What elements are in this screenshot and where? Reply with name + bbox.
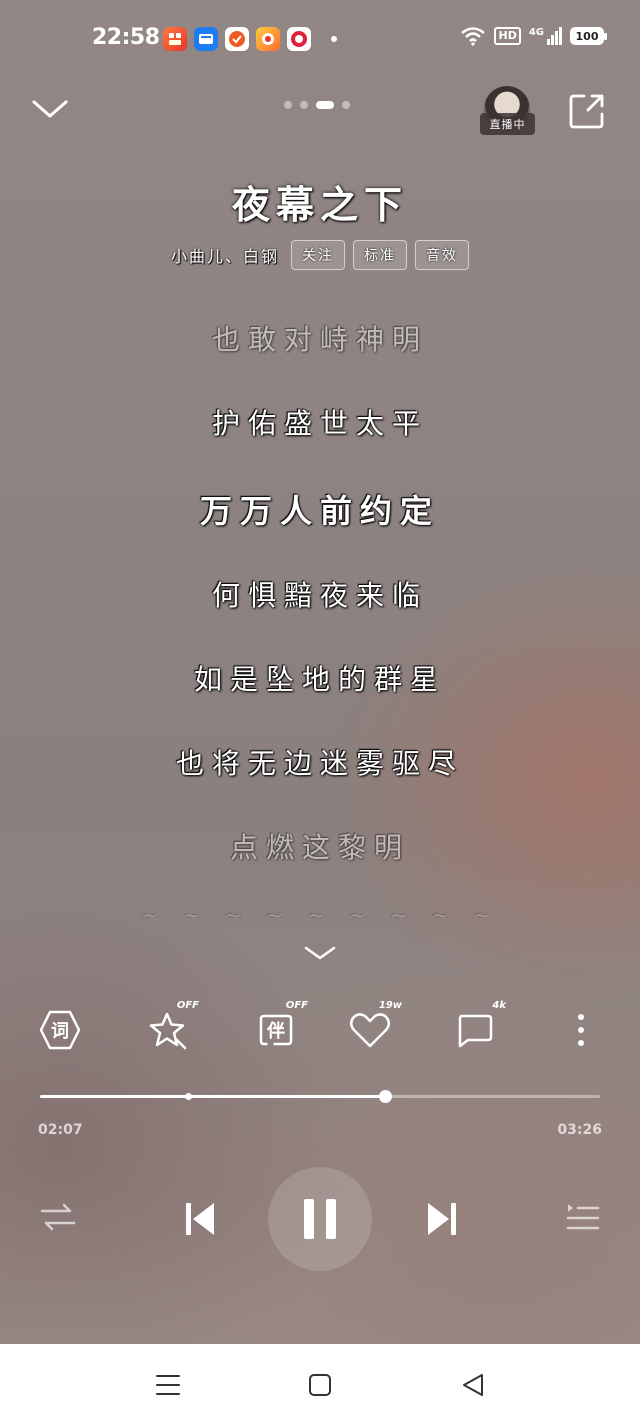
progress-highlight-mark[interactable] [185, 1093, 193, 1100]
follow-button[interactable]: 关注 [291, 240, 345, 270]
share-icon [569, 94, 604, 129]
more-vertical-icon [578, 1014, 584, 1046]
song-title: 夜幕之下 [231, 182, 408, 227]
lyrics-mode-button[interactable]: 词 [36, 1006, 84, 1054]
transport-controls [0, 1165, 640, 1275]
playlist-button[interactable] [560, 1195, 604, 1239]
page-dot-active[interactable] [316, 101, 334, 109]
chevron-down-icon [32, 100, 68, 118]
wifi-icon [461, 27, 486, 46]
lyric-line[interactable]: 也敢对峙神明 [0, 318, 640, 358]
app-1-icon [163, 27, 187, 51]
app-2-icon [194, 27, 218, 51]
back-button[interactable] [458, 1370, 488, 1400]
app-3-icon [225, 27, 249, 51]
app-5-icon [287, 27, 311, 51]
page-dot[interactable] [284, 101, 292, 109]
quality-button[interactable]: 标准 [353, 240, 407, 270]
previous-track-button[interactable] [176, 1195, 224, 1243]
action-row: 词 OFF 伴 OFF 19w 4k [0, 1000, 640, 1060]
artist-names[interactable]: 小曲儿、白钢 [171, 243, 279, 267]
more-notifications-dot [331, 36, 337, 42]
companion-label: 伴 [267, 1021, 285, 1042]
square-home-icon [309, 1374, 331, 1396]
page-dot[interactable] [342, 101, 350, 109]
comment-icon [458, 1014, 493, 1048]
star-icon [149, 1012, 187, 1050]
system-icons: HD 4G 100 [460, 26, 607, 46]
share-button[interactable] [568, 92, 606, 130]
chevron-down-icon [304, 946, 336, 960]
lyric-line[interactable]: 护佑盛世太平 [0, 402, 640, 442]
progress-fill [40, 1095, 385, 1098]
more-options-button[interactable] [557, 1006, 605, 1054]
network-type-label: 4G [528, 27, 544, 38]
skip-previous-icon [186, 1203, 214, 1235]
lyric-line[interactable]: 如是坠地的群星 [0, 658, 640, 698]
menu-lines-icon [156, 1375, 180, 1395]
lyric-line-faded: ~ ~ ~ ~ ~ ~ ~ ~ ~ [141, 904, 499, 918]
collapse-player-button[interactable] [30, 94, 70, 126]
comment-count: 4k [492, 1000, 506, 1011]
play-mode-button[interactable] [36, 1195, 80, 1239]
sound-effect-button[interactable]: 音效 [415, 240, 469, 270]
like-count: 19w [378, 1000, 402, 1011]
heart-icon [350, 1013, 390, 1048]
expand-lyrics-button[interactable] [300, 944, 340, 964]
battery-icon: 100 [570, 27, 607, 45]
page-dot[interactable] [300, 101, 308, 109]
playlist-icon [566, 1204, 600, 1230]
star-off-badge: OFF [176, 1000, 199, 1011]
total-time: 03:26 [557, 1122, 602, 1138]
recent-apps-button[interactable] [153, 1370, 183, 1400]
home-button[interactable] [305, 1370, 335, 1400]
play-pause-button[interactable] [268, 1167, 372, 1271]
cell-signal-icon: 4G [529, 27, 562, 45]
lyrics-mode-label: 词 [51, 1021, 69, 1042]
live-badge[interactable]: 直播中 [480, 113, 535, 135]
status-bar: 22:58 HD 4G 100 [0, 0, 640, 80]
current-time: 02:07 [38, 1122, 83, 1138]
progress-bar[interactable] [40, 1090, 600, 1103]
lyric-line[interactable]: 点燃这黎明 [0, 826, 640, 866]
page-indicator[interactable] [284, 101, 350, 109]
like-button[interactable]: 19w [346, 1000, 402, 1054]
lyric-line[interactable]: 何惧黯夜来临 [0, 574, 640, 614]
back-triangle-icon [463, 1374, 483, 1396]
companion-off-badge: OFF [285, 1000, 308, 1011]
status-clock: 22:58 [92, 25, 160, 50]
pause-icon [304, 1199, 336, 1239]
comments-button[interactable]: 4k [450, 1000, 506, 1054]
lyric-line-current[interactable]: 万万人前约定 [0, 486, 640, 532]
repeat-order-icon [40, 1203, 76, 1231]
next-track-button[interactable] [418, 1195, 466, 1243]
skip-next-icon [428, 1203, 456, 1235]
app-4-icon [256, 27, 280, 51]
system-navigation-bar [0, 1344, 640, 1422]
progress-knob[interactable] [378, 1090, 392, 1103]
song-meta-row: 小曲儿、白钢 关注 标准 音效 [0, 240, 640, 270]
hd-badge: HD [494, 27, 521, 45]
lyric-line[interactable]: 也将无边迷雾驱尽 [0, 742, 640, 782]
music-player-screen: 22:58 HD 4G 100 直播中 夜幕之下 小曲儿、白钢 关注 标准 音效… [0, 0, 640, 1344]
companion-button[interactable]: 伴 OFF [252, 1000, 308, 1054]
favorite-star-button[interactable]: OFF [143, 1000, 199, 1054]
